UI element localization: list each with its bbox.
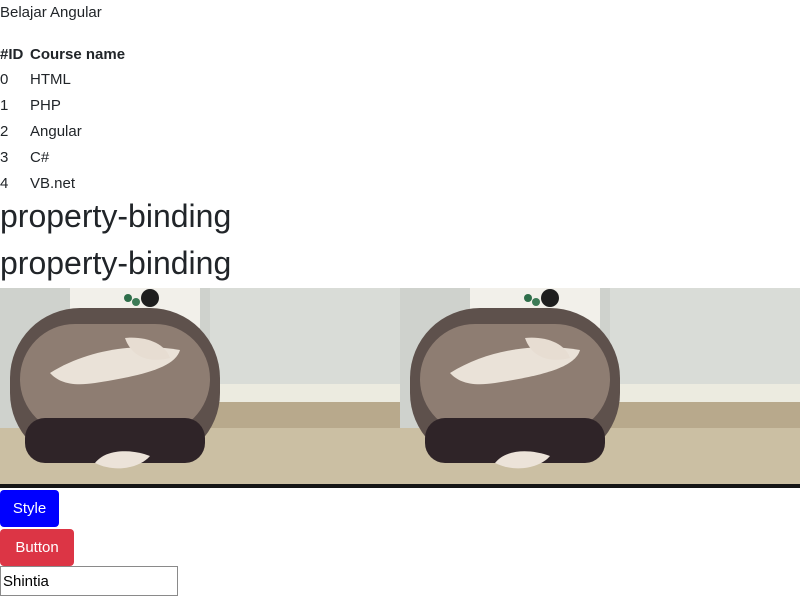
course-name: PHP xyxy=(30,96,61,114)
style-button[interactable]: Style xyxy=(0,490,59,527)
course-name-column-header: Course name xyxy=(30,45,126,63)
course-id: 3 xyxy=(0,148,9,166)
table-header-row: #ID Course name xyxy=(0,42,127,66)
course-name: HTML xyxy=(30,70,71,88)
course-table: #ID Course name 0 HTML 1 PHP 2 Angular 3 C# … xyxy=(0,42,127,196)
property-binding-heading: property-binding xyxy=(0,245,232,281)
table-row: 0 HTML xyxy=(0,66,127,92)
table-row: 2 Angular xyxy=(0,118,127,144)
course-name: VB.net xyxy=(30,174,76,192)
course-id: 0 xyxy=(0,70,9,88)
person-sitting-image xyxy=(400,288,800,488)
danger-button[interactable]: Button xyxy=(0,529,74,566)
course-name: Angular xyxy=(30,122,82,140)
table-row: 1 PHP xyxy=(0,92,127,118)
image-row xyxy=(0,288,800,488)
course-name: C# xyxy=(30,148,50,166)
app-title: Belajar Angular xyxy=(0,4,102,21)
course-id: 4 xyxy=(0,174,9,192)
table-row: 3 C# xyxy=(0,144,127,170)
id-column-header: #ID xyxy=(0,45,24,63)
name-input[interactable] xyxy=(0,566,178,596)
person-sitting-image xyxy=(0,288,400,488)
table-row: 4 VB.net xyxy=(0,170,127,196)
course-id: 1 xyxy=(0,96,9,114)
course-id: 2 xyxy=(0,122,9,140)
property-binding-heading: property-binding xyxy=(0,198,232,234)
